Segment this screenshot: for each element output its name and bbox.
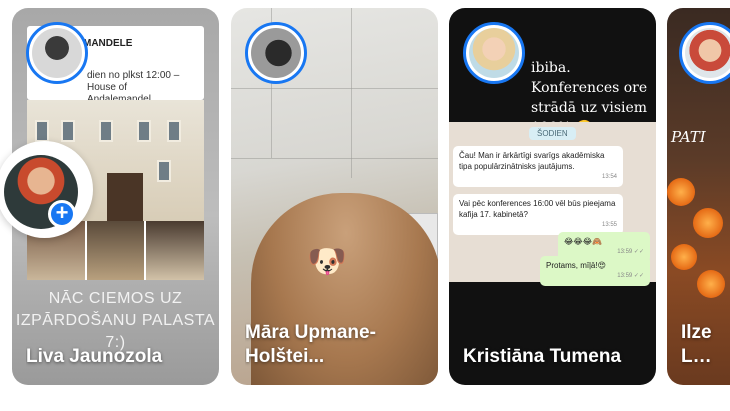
stories-carousel: MANDELE dien no plkst 12:00 – House of A… (0, 0, 730, 411)
story-avatar-ring (463, 22, 525, 84)
create-story-button[interactable] (0, 141, 93, 238)
story-author-name: Ilze Lasm (681, 322, 720, 367)
ceiling-tile-line (231, 158, 438, 159)
story-avatar-ring (679, 22, 730, 84)
food-item (667, 178, 695, 206)
story-author-name: Kristiāna Tumena (463, 346, 622, 367)
window (167, 120, 181, 142)
avatar (251, 28, 301, 78)
avatar (32, 28, 82, 78)
ceiling-tile-line (231, 88, 438, 89)
message-text: Vai pēc konferences 16:00 vēl būs pieeja… (459, 199, 616, 219)
food-item (671, 244, 697, 270)
door (107, 173, 143, 221)
story-avatar-ring (26, 22, 88, 84)
chat-message: Vai pēc konferences 16:00 vēl būs pieeja… (453, 194, 623, 235)
message-time: 13:54 (601, 174, 617, 180)
message-text: Čau! Man ir ārkārtīgi svarīgs akadēmiska… (459, 151, 605, 171)
shop-photo (86, 221, 145, 280)
story-card-mara[interactable]: 🐶 Māra Upmane-Holštei... (231, 8, 438, 385)
chat-date-label: ŠODIEN (529, 127, 576, 140)
window (61, 120, 75, 142)
window (99, 120, 113, 142)
window (137, 120, 151, 142)
story-caption: PATI (671, 128, 706, 146)
avatar (685, 28, 730, 78)
avatar (469, 28, 519, 78)
chat-message: Čau! Man ir ārkārtīgi svarīgs akadēmiska… (453, 146, 623, 187)
message-text: Protams, mīļā!😍 (546, 261, 606, 270)
window (157, 160, 171, 182)
story-author-name: Liva Jaunozola (26, 346, 163, 367)
message-time: 13:55 (601, 222, 617, 228)
story-card-kristiana[interactable]: ibiba. Konferences ore strādā uz visiem … (449, 8, 656, 385)
story-author-name: Māra Upmane-Holštei... (245, 322, 376, 367)
message-text: 😂😂😂🙈 (564, 237, 603, 246)
add-story-plus-icon[interactable]: + (48, 200, 76, 228)
message-time: 13:59 ✓✓ (617, 273, 644, 279)
chat-message: Protams, mīļā!😍 13:59 ✓✓ (540, 256, 650, 286)
window (35, 120, 49, 142)
dog-sticker-icon: 🐶 (307, 243, 347, 279)
ceiling-tile-line (351, 8, 352, 178)
food-item (697, 270, 725, 298)
shop-photo (146, 221, 205, 280)
food-item (693, 208, 723, 238)
story-avatar-ring (245, 22, 307, 84)
post-title: MANDELE (83, 38, 133, 49)
chat-screenshot: ŠODIEN Čau! Man ir ārkārtīgi svarīgs aka… (449, 122, 656, 286)
story-card-ilze[interactable]: PATI Ilze Lasm (667, 8, 730, 385)
